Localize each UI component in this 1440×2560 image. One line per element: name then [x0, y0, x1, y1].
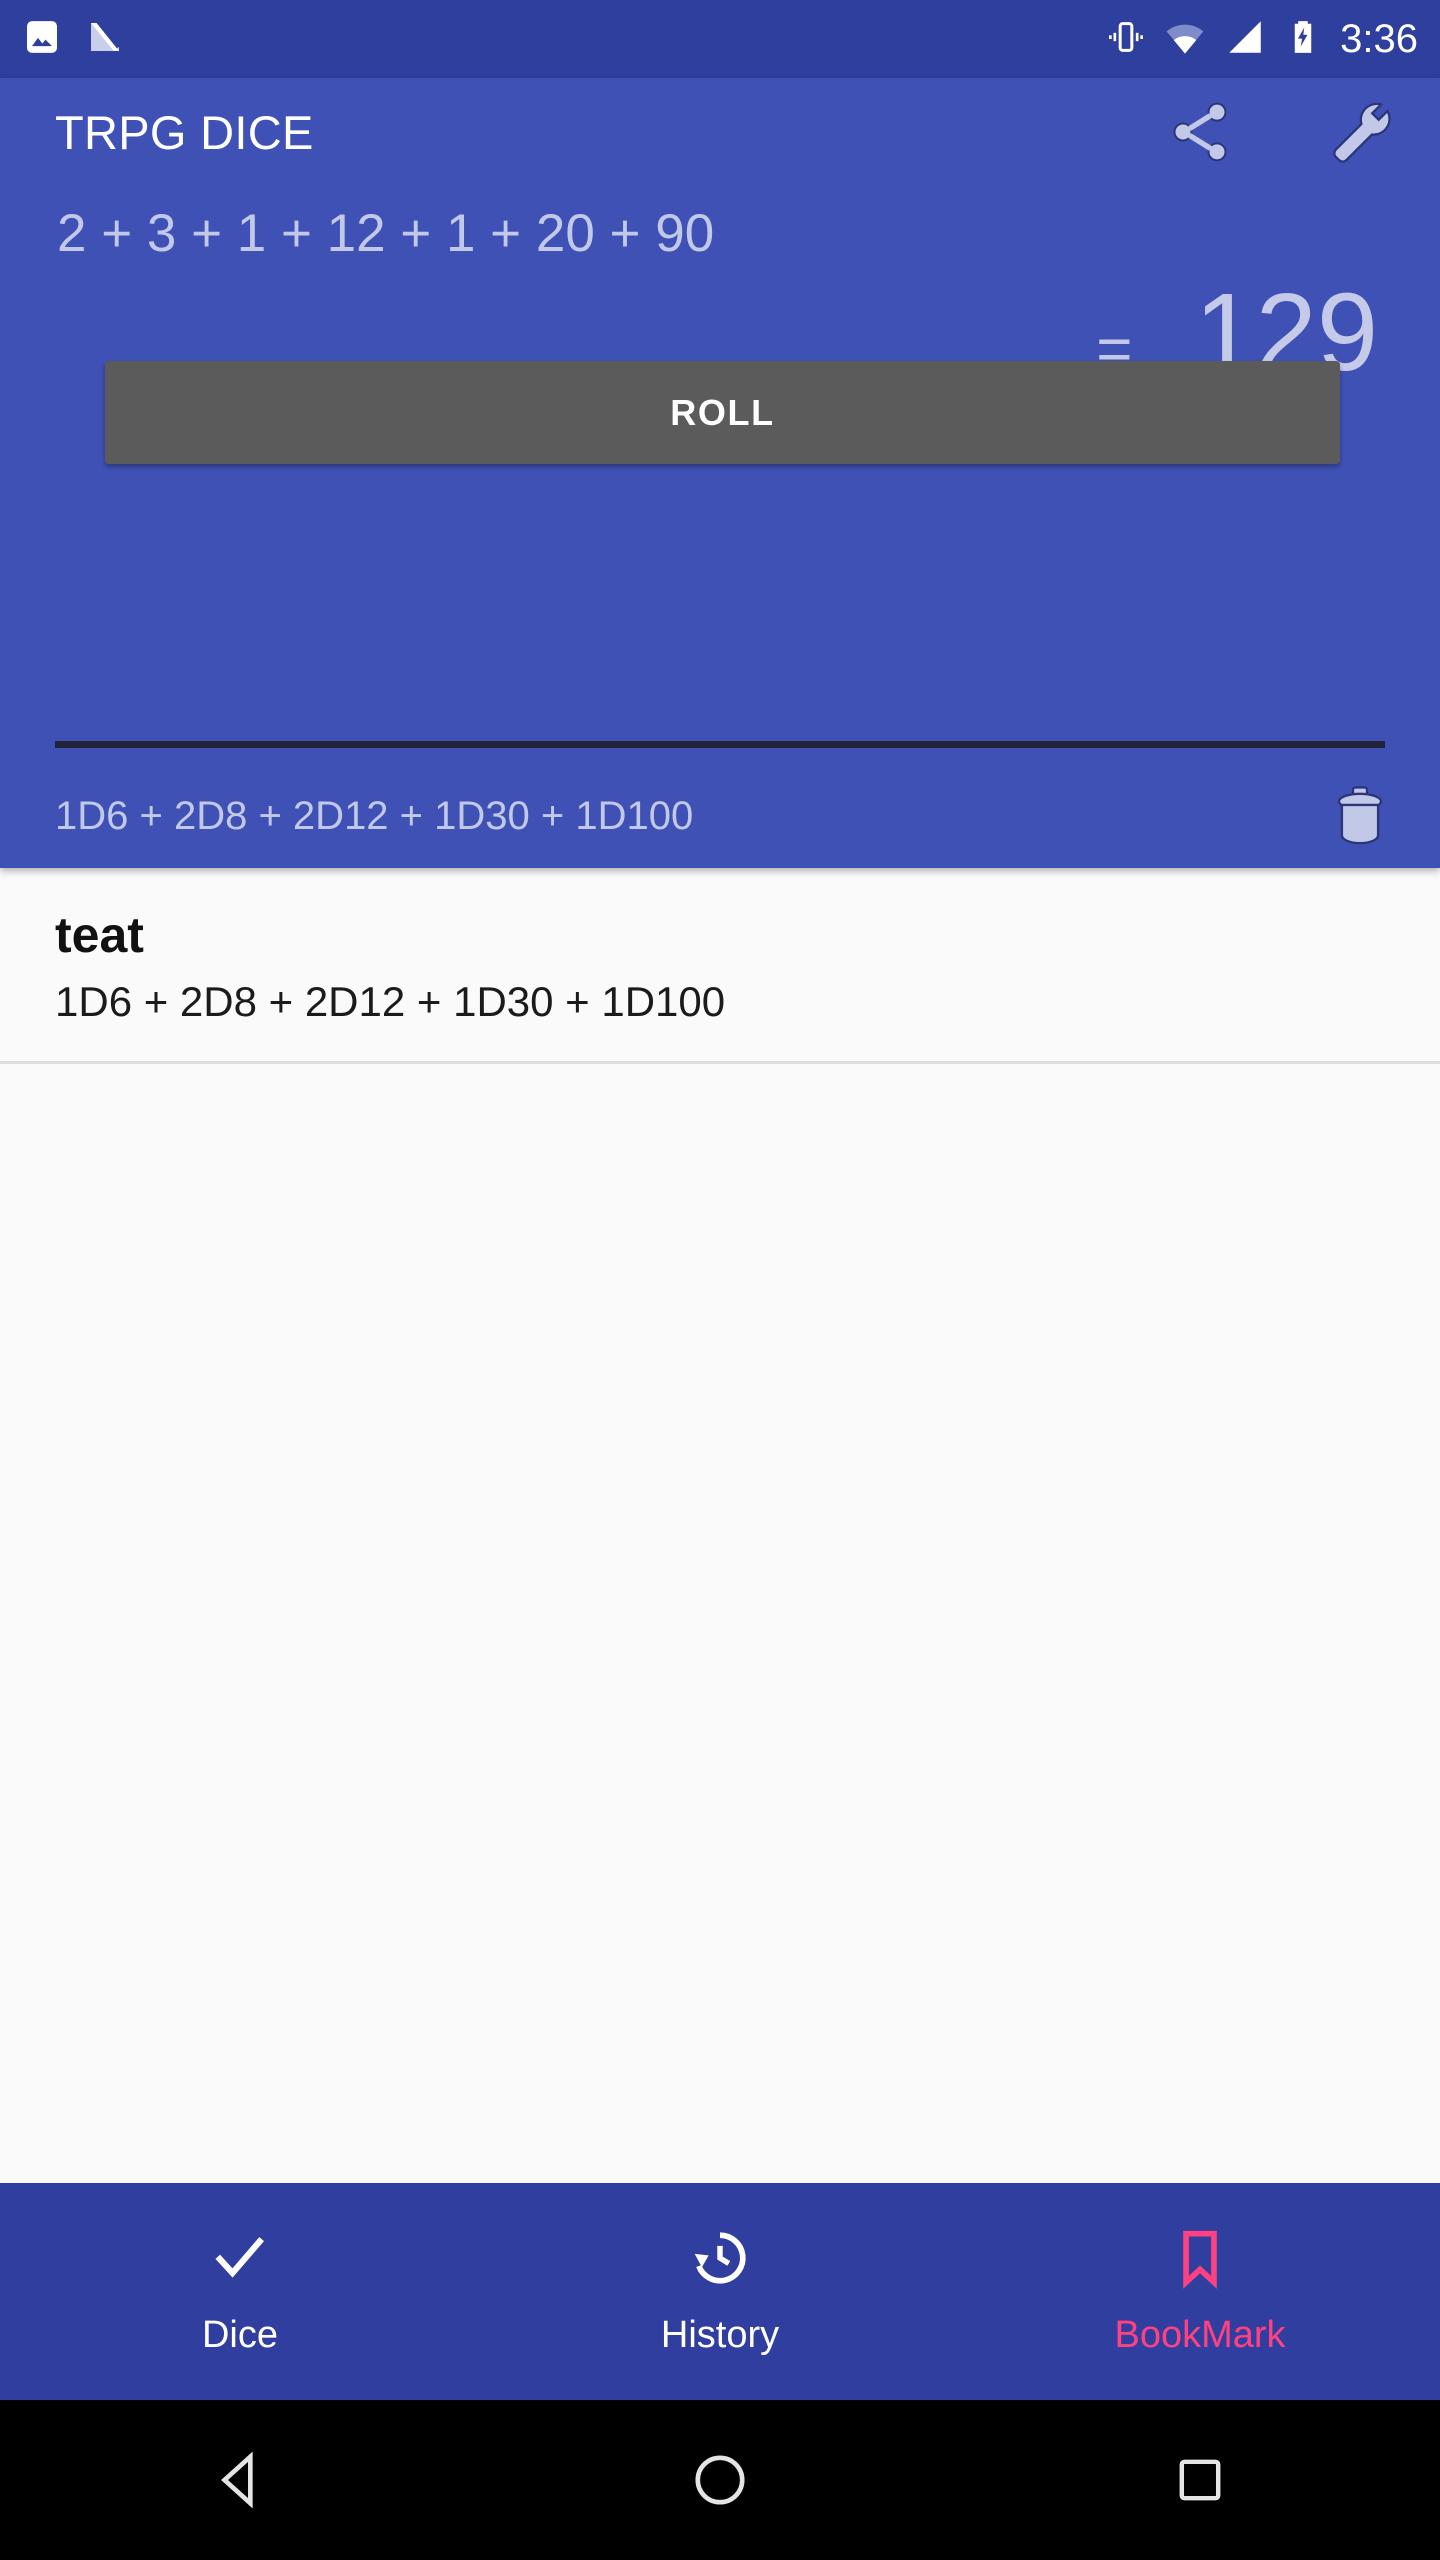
- share-icon[interactable]: [1164, 96, 1236, 168]
- dice-header-panel: TRPG DICE 2 + 3 + 1 + 12 + 1 + 20 + 90 =…: [0, 78, 1440, 868]
- status-bar-right-icons: 3:36: [1106, 16, 1418, 63]
- app-screen: 3:36 TRPG DICE 2 + 3 + 1 + 12 + 1 + 20 +…: [0, 0, 1440, 2560]
- app-bar: TRPG DICE: [0, 78, 1440, 186]
- tab-dice[interactable]: Dice: [0, 2183, 480, 2400]
- battery-charging-icon: [1284, 18, 1322, 61]
- page-title: TRPG DICE: [55, 105, 314, 159]
- android-nougat-icon: [84, 16, 126, 63]
- back-triangle-icon[interactable]: [165, 2400, 315, 2560]
- recents-square-icon[interactable]: [1125, 2400, 1275, 2560]
- bookmark-icon: [1169, 2227, 1231, 2294]
- trash-icon[interactable]: [1324, 780, 1396, 852]
- tab-bookmark-label: BookMark: [1114, 2313, 1286, 2356]
- roll-button[interactable]: ROLL: [105, 361, 1340, 464]
- formula-divider: [55, 741, 1385, 748]
- tab-dice-label: Dice: [201, 2313, 279, 2356]
- current-formula-row: 1D6 + 2D8 + 2D12 + 1D30 + 1D100: [55, 768, 1396, 864]
- check-icon: [209, 2227, 271, 2294]
- status-bar-clock: 3:36: [1340, 17, 1418, 61]
- tab-history[interactable]: History: [480, 2183, 960, 2400]
- roll-expression: 2 + 3 + 1 + 12 + 1 + 20 + 90: [57, 204, 715, 263]
- history-icon: [689, 2227, 751, 2294]
- list-divider: [0, 1060, 1440, 1064]
- bookmark-formula: 1D6 + 2D8 + 2D12 + 1D30 + 1D100: [55, 978, 726, 1025]
- status-bar: 3:36: [0, 0, 1440, 78]
- vibrate-icon: [1106, 17, 1146, 62]
- bookmark-list: teat 1D6 + 2D8 + 2D12 + 1D30 + 1D100: [0, 868, 1440, 2183]
- status-bar-left-icons: [22, 16, 126, 63]
- wifi-icon: [1164, 16, 1206, 63]
- bottom-navigation: Dice History BookMark: [0, 2183, 1440, 2400]
- tab-history-label: History: [660, 2313, 780, 2356]
- wrench-icon[interactable]: [1324, 96, 1396, 168]
- list-item[interactable]: teat 1D6 + 2D8 + 2D12 + 1D30 + 1D100: [0, 868, 1440, 1061]
- current-formula-text: 1D6 + 2D8 + 2D12 + 1D30 + 1D100: [55, 793, 694, 838]
- screenshot-image-icon: [22, 17, 62, 62]
- system-navigation-bar: [0, 2400, 1440, 2560]
- tab-bookmark[interactable]: BookMark: [960, 2183, 1440, 2400]
- app-bar-actions: [1164, 96, 1396, 168]
- bookmark-title: teat: [55, 907, 144, 963]
- cell-signal-icon: [1224, 16, 1266, 63]
- home-circle-icon[interactable]: [645, 2400, 795, 2560]
